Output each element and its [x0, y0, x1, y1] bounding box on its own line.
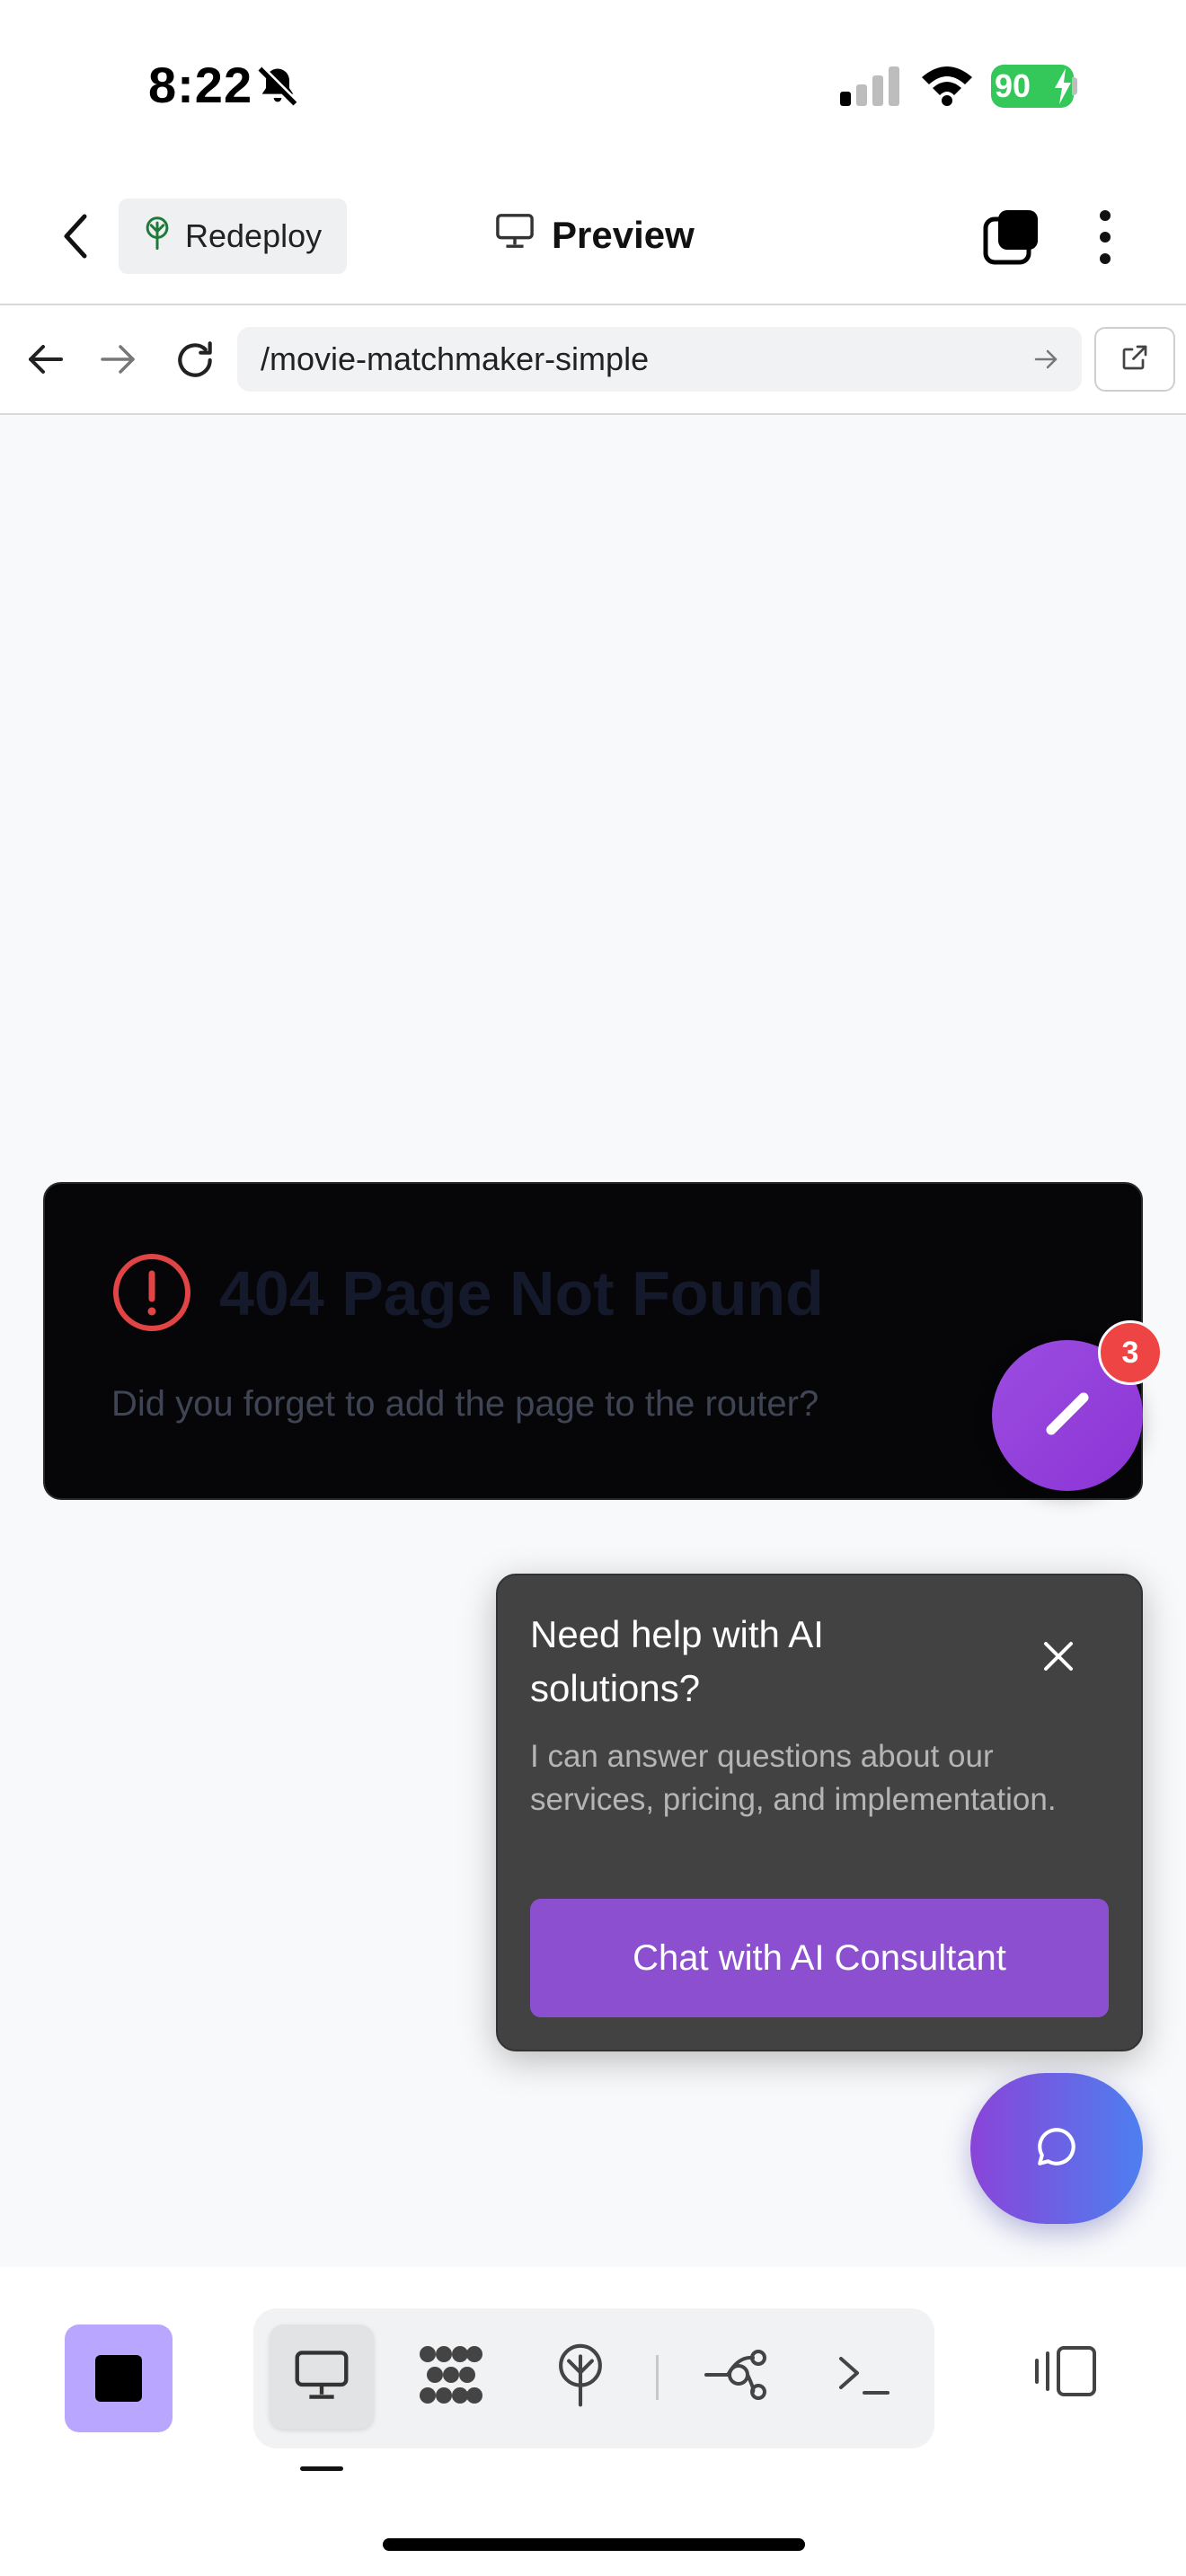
chat-fab[interactable] — [970, 2073, 1143, 2224]
error-description: Did you forget to add the page to the ro… — [111, 1384, 819, 1424]
alert-circle-icon — [111, 1252, 192, 1337]
tool-components[interactable] — [399, 2325, 503, 2429]
go-arrow-icon[interactable] — [1033, 347, 1060, 376]
help-popup-body: I can answer questions about our service… — [530, 1739, 1057, 1817]
page-title-text: Preview — [552, 214, 695, 256]
url-field[interactable]: /movie-matchmaker-simple — [237, 327, 1082, 392]
active-tab-indicator — [300, 2466, 343, 2471]
chat-with-ai-button[interactable]: Chat with AI Consultant — [530, 1899, 1109, 2017]
page-title: Preview — [494, 212, 695, 259]
redeploy-label: Redeploy — [185, 217, 323, 254]
chat-bubble-icon — [1034, 2124, 1079, 2174]
stop-button[interactable] — [65, 2325, 173, 2432]
panel-toggle-icon[interactable] — [1031, 2342, 1100, 2404]
tabs-icon[interactable] — [982, 208, 1041, 270]
error-title: 404 Page Not Found — [219, 1258, 824, 1328]
notification-badge: 3 — [1098, 1320, 1163, 1385]
help-popup-title: Need help with AI solutions? — [530, 1613, 824, 1709]
bell-slash-icon — [254, 63, 301, 114]
url-text: /movie-matchmaker-simple — [261, 340, 650, 377]
monitor-icon — [494, 212, 535, 259]
stop-icon — [95, 2355, 142, 2402]
pencil-icon — [1039, 1385, 1096, 1447]
status-time: 8:22 — [148, 57, 253, 113]
close-icon[interactable] — [1042, 1640, 1075, 1677]
tool-deploy[interactable] — [528, 2325, 633, 2429]
battery-level: 90 — [995, 67, 1031, 104]
deploy-icon — [553, 2342, 608, 2412]
home-indicator — [383, 2538, 805, 2551]
tool-terminal[interactable] — [812, 2325, 916, 2429]
grid-dots-icon — [417, 2343, 485, 2411]
tree-icon — [142, 216, 173, 258]
open-external-button[interactable] — [1094, 327, 1175, 392]
toolbar-divider — [656, 2355, 659, 2400]
monitor-icon — [292, 2348, 351, 2406]
arrow-left-icon[interactable] — [25, 341, 65, 382]
back-chevron-icon[interactable] — [58, 209, 93, 268]
terminal-icon — [836, 2350, 893, 2404]
arrow-right-icon[interactable] — [99, 341, 138, 382]
redeploy-button[interactable]: Redeploy — [119, 198, 347, 274]
cellular-signal-icon — [840, 65, 903, 110]
error-card — [43, 1182, 1143, 1500]
external-link-icon — [1119, 341, 1151, 378]
reload-icon[interactable] — [173, 338, 217, 387]
tool-git[interactable] — [683, 2325, 787, 2429]
more-vertical-icon[interactable] — [1093, 208, 1118, 270]
charging-bolt-icon — [1053, 68, 1073, 109]
wifi-icon — [918, 63, 976, 110]
tool-preview[interactable] — [270, 2325, 374, 2429]
git-branch-icon — [703, 2347, 767, 2407]
